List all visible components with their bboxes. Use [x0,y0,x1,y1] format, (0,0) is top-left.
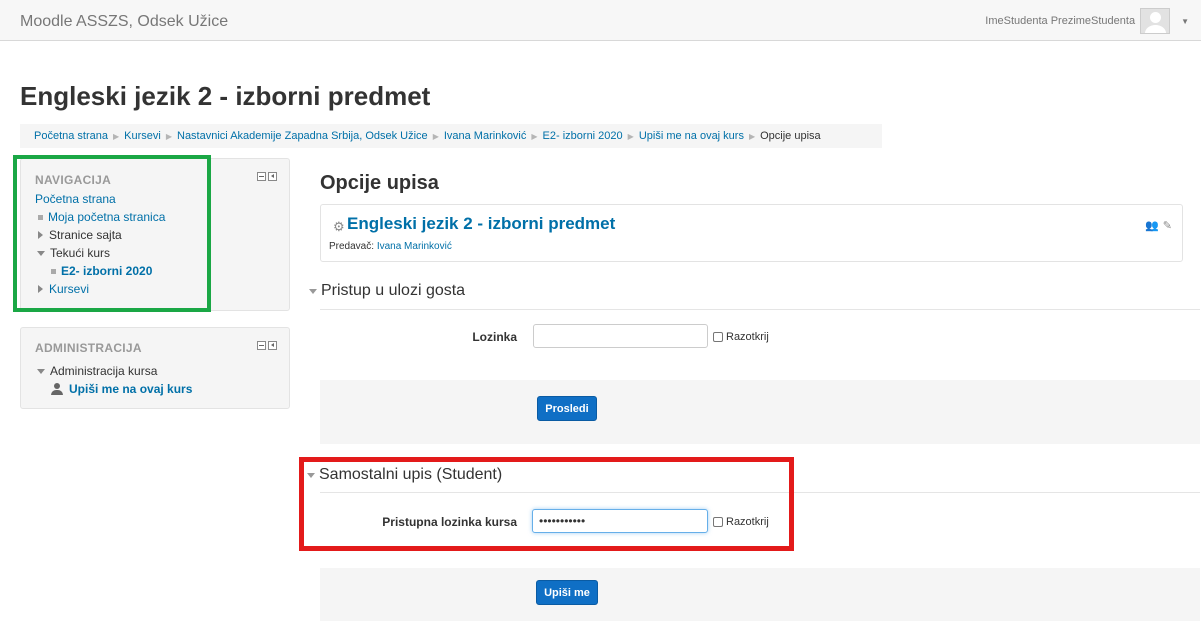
administration-block: ADMINISTRACIJA Administracija kursa Upiš… [20,327,290,409]
collapse-block-icon[interactable] [257,341,266,350]
guest-password-label: Lozinka [472,330,517,344]
breadcrumb-separator-icon: ▶ [531,131,538,141]
collapse-section-icon[interactable] [309,288,317,294]
site-name-link[interactable]: Moodle ASSZS, Odsek Užice [20,13,228,31]
guest-button-area [320,380,1200,444]
self-enrol-highlight-frame [299,457,794,551]
enrol-button-area [320,568,1200,621]
administration-block-title: ADMINISTRACIJA [35,341,142,355]
top-navbar: Moodle ASSZS, Odsek Užice ImeStudenta Pr… [0,0,1201,41]
admin-item-enrol-me-label[interactable]: Upiši me na ovaj kurs [69,382,192,396]
breadcrumb-teacher[interactable]: Ivana Marinković [444,130,527,142]
user-name[interactable]: ImeStudenta PrezimeStudenta [985,15,1135,27]
guest-submit-button[interactable]: Prosledi [537,396,597,421]
self-enrol-icon: ✎ [1162,220,1172,232]
collapse-block-icon[interactable] [257,172,266,181]
breadcrumb-home[interactable]: Početna strana [34,130,108,142]
guest-reveal-label[interactable]: Razotkrij [726,331,769,343]
page-title: Engleski jezik 2 - izborni predmet [20,81,431,111]
breadcrumb-separator-icon: ▶ [165,131,172,141]
breadcrumb-separator-icon: ▶ [748,131,756,141]
course-enrol-icons: 👥 ✎ [1145,219,1172,232]
breadcrumb-enrol[interactable]: Upiši me na ovaj kurs [639,130,744,142]
user-avatar[interactable] [1140,8,1171,34]
dock-block-icon[interactable] [268,341,277,350]
guest-access-section-header[interactable]: Pristup u ulozi gosta [309,282,465,300]
admin-item-enrol-me[interactable]: Upiši me na ovaj kurs [51,382,192,396]
teacher-line: Predavač: Ivana Marinković [329,241,452,252]
breadcrumb-course[interactable]: E2- izborni 2020 [543,130,623,142]
guest-access-section-title[interactable]: Pristup u ulozi gosta [321,282,465,300]
breadcrumb-separator-icon: ▶ [432,131,439,141]
navigation-highlight-frame [13,155,211,312]
user-icon [51,383,63,395]
dock-block-icon[interactable] [268,172,277,181]
teacher-name-link[interactable]: Ivana Marinković [377,241,452,252]
guest-access-icon: 👥 [1145,220,1159,232]
course-box: ⚙ Engleski jezik 2 - izborni predmet Pre… [320,204,1183,262]
enrolment-options-heading: Opcije upisa [320,172,439,194]
block-controls [257,172,277,181]
breadcrumb-separator-icon: ▶ [113,131,120,141]
user-menu[interactable]: ImeStudenta PrezimeStudenta ▼ [985,8,1189,34]
guest-reveal-checkbox[interactable]: Razotkrij [713,331,769,343]
teacher-label: Predavač: [329,241,375,252]
breadcrumb-current: Opcije upisa [760,130,821,142]
breadcrumb-courses[interactable]: Kursevi [124,130,161,142]
breadcrumb-category[interactable]: Nastavnici Akademije Zapadna Srbija, Ods… [177,130,428,142]
enrol-me-button[interactable]: Upiši me [536,580,598,605]
guest-reveal-checkbox-box[interactable] [713,332,723,342]
admin-item-course-admin[interactable]: Administracija kursa [37,364,157,378]
course-name-link[interactable]: Engleski jezik 2 - izborni predmet [347,214,615,234]
chevron-down-icon[interactable]: ▼ [1181,17,1189,26]
breadcrumb: Početna strana ▶ Kursevi ▶ Nastavnici Ak… [20,124,882,148]
expand-down-icon[interactable] [37,368,45,374]
admin-item-course-admin-label[interactable]: Administracija kursa [50,364,157,378]
section-divider [320,309,1200,310]
guest-password-input[interactable] [533,324,708,348]
course-icon: ⚙ [333,219,345,234]
block-controls [257,341,277,350]
breadcrumb-separator-icon: ▶ [627,131,634,141]
